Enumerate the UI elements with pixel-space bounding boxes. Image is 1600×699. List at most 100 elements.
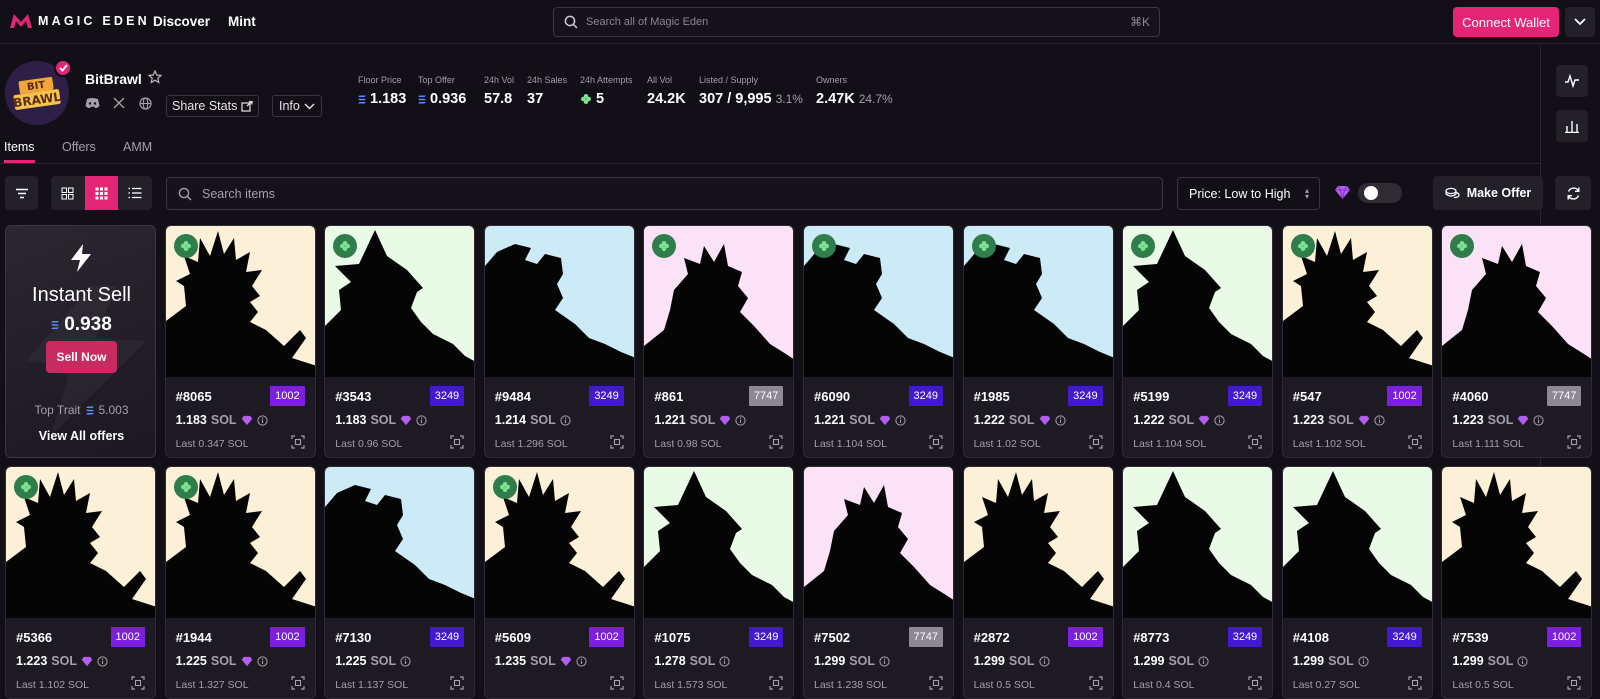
quick-view-icon[interactable]	[929, 676, 943, 690]
nft-card[interactable]: #5366 1002 1.223 SOL Last 1.102 SOL	[5, 466, 156, 699]
info-icon[interactable]	[560, 414, 571, 426]
quick-view-icon[interactable]	[1408, 676, 1422, 690]
share-stats-button[interactable]: Share Stats	[166, 95, 260, 117]
view-all-offers-link[interactable]: View All offers	[6, 429, 155, 443]
nft-card[interactable]: #7502 7747 1.299 SOL Last 1.238 SOL	[803, 466, 954, 699]
quick-view-icon[interactable]	[1248, 676, 1262, 690]
info-dropdown[interactable]: Info	[272, 95, 322, 117]
info-icon[interactable]	[1533, 414, 1544, 426]
info-icon[interactable]	[97, 655, 108, 667]
nft-card[interactable]: #9484 3249 1.214 SOL Last 1.296 SOL	[483, 225, 635, 458]
global-search-input[interactable]: Search all of Magic Eden ⌘K	[553, 7, 1160, 37]
nav-discover[interactable]: Discover	[153, 14, 210, 29]
nft-card[interactable]: #1944 1002 1.225 SOL Last 1.327 SOL	[164, 466, 316, 699]
nft-image	[1123, 467, 1273, 618]
nft-image-wrap[interactable]	[1442, 467, 1592, 618]
info-icon[interactable]	[1214, 414, 1225, 426]
info-icon[interactable]	[1054, 414, 1066, 426]
nft-card[interactable]: #861 7747 1.221 SOL Last 0.98 SOL	[643, 225, 795, 458]
nft-price-value: 1.183	[175, 413, 207, 427]
quick-view-icon[interactable]	[1408, 435, 1422, 449]
quick-view-icon[interactable]	[769, 676, 783, 690]
refresh-button[interactable]	[1555, 176, 1591, 210]
quick-view-icon[interactable]	[1088, 435, 1103, 449]
quick-view-icon[interactable]	[450, 676, 464, 690]
filter-button[interactable]	[5, 176, 38, 210]
quick-view-icon[interactable]	[1567, 676, 1581, 690]
sort-dropdown[interactable]: Price: Low to High ▴ ▾	[1177, 177, 1320, 210]
nft-card[interactable]: #8065 1002 1.183 SOL Last 0.347 SOL	[164, 225, 316, 458]
quick-view-icon[interactable]	[450, 435, 464, 449]
nft-card[interactable]: #547 1002 1.223 SOL Last 1.102 SOL	[1281, 225, 1433, 458]
sell-now-button[interactable]: Sell Now	[46, 341, 117, 373]
info-icon[interactable]	[256, 655, 268, 667]
nft-image-wrap[interactable]	[963, 467, 1113, 618]
tab-items[interactable]: Items	[4, 140, 35, 154]
nft-card[interactable]: #1075 3249 1.278 SOL Last 1.573 SOL	[643, 466, 795, 699]
nft-card[interactable]: #8773 3249 1.299 SOL Last 0.4 SOL	[1122, 466, 1274, 699]
info-icon[interactable]	[416, 414, 427, 426]
info-icon[interactable]	[1374, 414, 1385, 426]
info-icon[interactable]	[719, 655, 730, 667]
quick-view-icon[interactable]	[131, 676, 145, 690]
magic-eden-logo[interactable]: MAGIC EDEN	[10, 13, 150, 29]
nft-card[interactable]: #3543 3249 1.183 SOL Last 0.96 SOL	[324, 225, 476, 458]
info-icon[interactable]	[879, 655, 890, 667]
nft-card[interactable]: #6090 3249 1.221 SOL Last 1.104 SOL	[803, 225, 954, 458]
nft-card[interactable]: #7539 1002 1.299 SOL Last 0.5 SOL	[1441, 466, 1593, 699]
nft-card[interactable]: #5199 3249 1.222 SOL Last 1.104 SOL	[1122, 225, 1274, 458]
nft-card[interactable]: #4060 7747 1.223 SOL Last 1.111 SOL	[1441, 225, 1593, 458]
nft-card[interactable]: #7130 3249 1.225 SOL Last 1.137 SOL	[324, 466, 476, 699]
info-icon[interactable]	[1198, 655, 1209, 667]
wallet-menu-button[interactable]	[1565, 7, 1595, 37]
tab-offers[interactable]: Offers	[62, 140, 96, 154]
info-icon[interactable]	[895, 414, 906, 426]
nft-image-wrap[interactable]	[484, 226, 634, 377]
rarity-toggle[interactable]	[1358, 183, 1402, 203]
favorite-star-icon[interactable]	[148, 70, 162, 84]
activity-chart-button[interactable]	[1556, 65, 1588, 97]
connect-wallet-button[interactable]: Connect Wallet	[1453, 7, 1559, 37]
nft-card[interactable]: #2872 1002 1.299 SOL Last 0.5 SOL	[962, 466, 1114, 699]
info-icon[interactable]	[1038, 655, 1050, 667]
quick-view-icon[interactable]	[290, 676, 305, 690]
quick-view-icon[interactable]	[929, 435, 943, 449]
nav-mint[interactable]: Mint	[228, 14, 256, 29]
coins-icon	[1445, 187, 1460, 199]
stat-3: 24h Sales 37	[527, 75, 567, 107]
view-large-grid[interactable]	[51, 176, 85, 210]
view-compact-grid[interactable]	[84, 176, 119, 210]
nft-card[interactable]: #1985 3249 1.222 SOL Last 1.02 SOL	[962, 225, 1114, 458]
nft-image-wrap[interactable]	[804, 467, 953, 618]
nft-image-wrap[interactable]	[1123, 467, 1273, 618]
info-icon[interactable]	[1358, 655, 1369, 667]
nft-card[interactable]: #5609 1002 1.235 SOL	[483, 466, 635, 699]
quick-view-icon[interactable]	[290, 435, 305, 449]
clover-icon	[340, 241, 351, 251]
analytics-button[interactable]	[1556, 110, 1588, 142]
nft-card[interactable]: #4108 3249 1.299 SOL Last 0.27 SOL	[1281, 466, 1433, 699]
items-search-input[interactable]: Search items	[166, 177, 1163, 210]
nft-image-wrap[interactable]	[644, 467, 794, 618]
x-twitter-icon[interactable]	[113, 97, 125, 109]
clover-icon	[180, 482, 191, 492]
view-list[interactable]	[118, 176, 152, 210]
quick-view-icon[interactable]	[610, 676, 624, 690]
nft-image-wrap[interactable]	[1282, 467, 1432, 618]
make-offer-button[interactable]: Make Offer	[1433, 176, 1543, 210]
quick-view-icon[interactable]	[610, 435, 624, 449]
clover-icon	[21, 482, 31, 492]
info-icon[interactable]	[256, 414, 268, 426]
quick-view-icon[interactable]	[1088, 676, 1103, 690]
info-icon[interactable]	[576, 655, 587, 667]
info-icon[interactable]	[1517, 655, 1528, 667]
quick-view-icon[interactable]	[1567, 435, 1581, 449]
info-icon[interactable]	[735, 414, 746, 426]
info-icon[interactable]	[400, 655, 411, 667]
tab-amm[interactable]: AMM	[123, 140, 152, 154]
quick-view-icon[interactable]	[769, 435, 783, 449]
discord-icon[interactable]	[85, 97, 100, 109]
nft-image-wrap[interactable]	[325, 467, 475, 618]
website-globe-icon[interactable]	[139, 97, 152, 110]
quick-view-icon[interactable]	[1248, 435, 1262, 449]
